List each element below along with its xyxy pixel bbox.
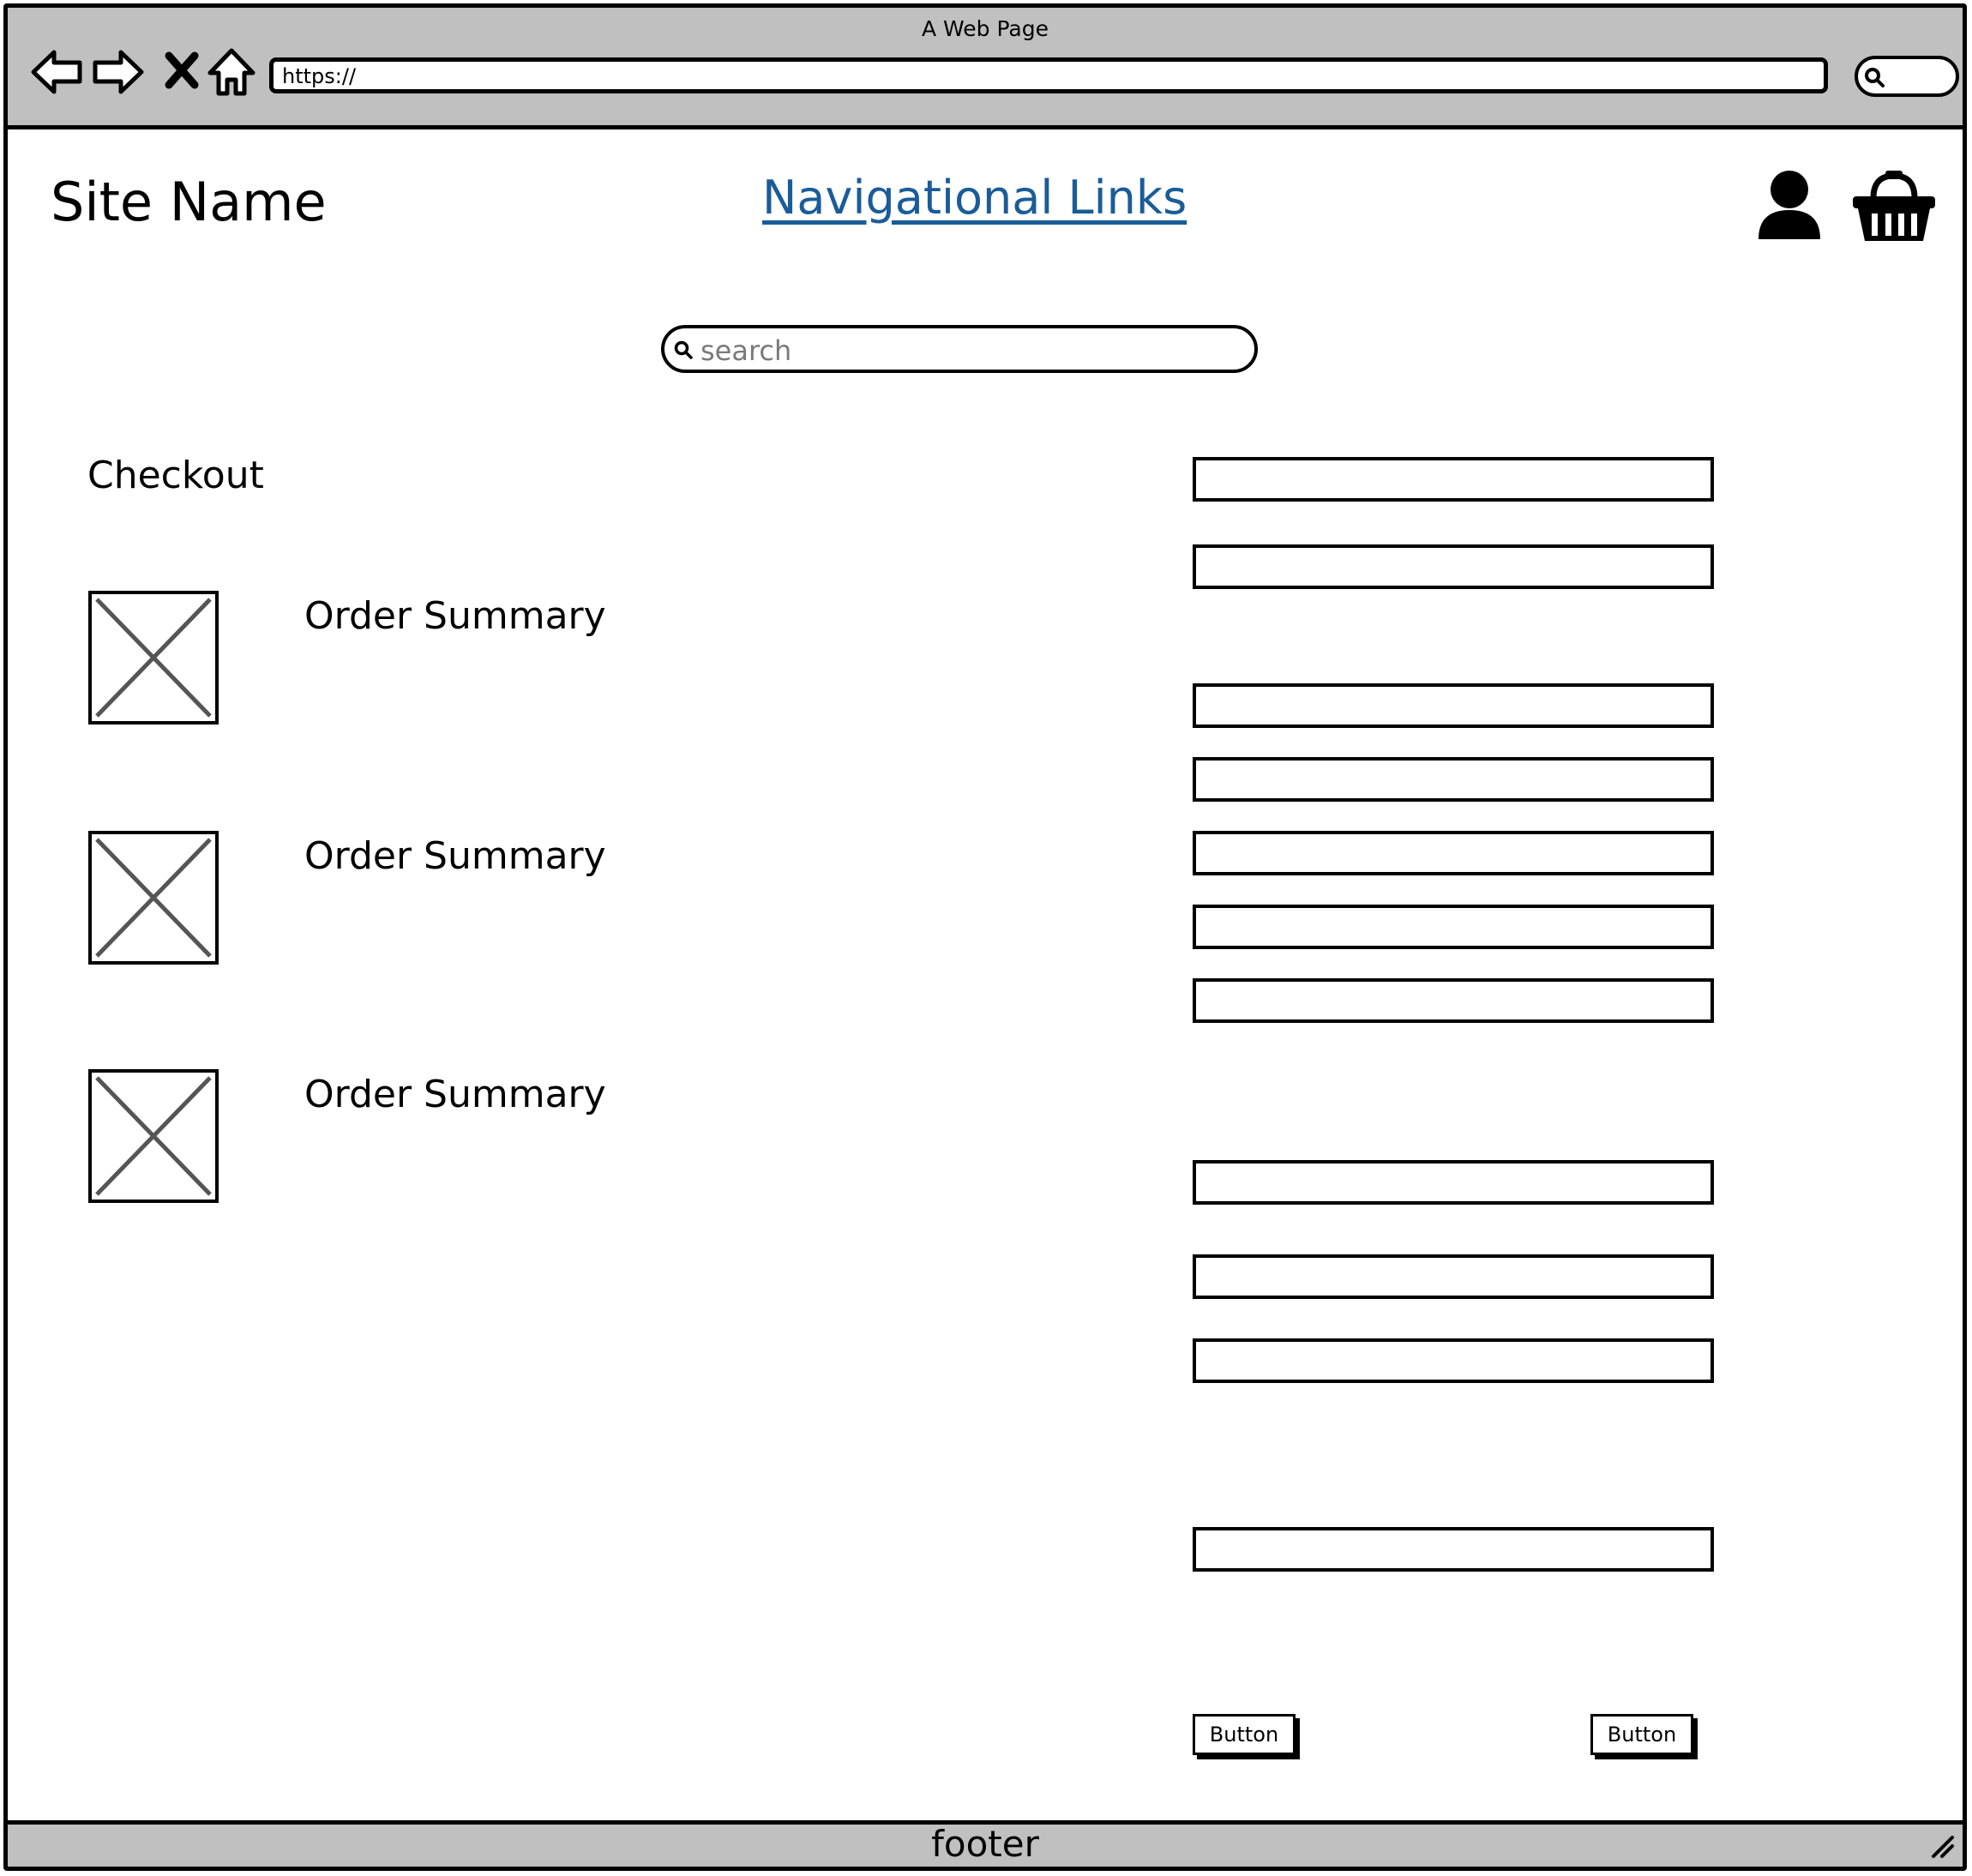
footer-text: footer [931,1823,1039,1865]
checkout-field[interactable] [1193,457,1714,502]
form-button-right[interactable]: Button [1590,1714,1693,1755]
user-icon[interactable] [1755,167,1832,244]
order-summary-label: Order Summary [304,1073,606,1116]
footer: footer [8,1820,1963,1867]
search-input[interactable] [699,334,1234,368]
checkout-field[interactable] [1193,544,1714,589]
stop-icon[interactable] [153,44,210,100]
search-icon [674,340,693,359]
site-search[interactable] [661,325,1258,373]
back-arrow-icon[interactable] [28,44,85,100]
checkout-field[interactable] [1193,757,1714,802]
browser-chrome: A Web Page https:// [8,8,1963,129]
resize-grip-icon[interactable] [1930,1834,1956,1860]
image-placeholder [88,1069,219,1203]
home-icon[interactable] [203,44,260,100]
checkout-field[interactable] [1193,1338,1714,1383]
checkout-field[interactable] [1193,1254,1714,1299]
image-placeholder [88,831,219,965]
form-button-left[interactable]: Button [1193,1714,1296,1755]
checkout-field[interactable] [1193,978,1714,1023]
checkout-field[interactable] [1193,831,1714,875]
browser-window: A Web Page https:// Site Name Navigation… [3,3,1967,1871]
forward-arrow-icon[interactable] [90,44,147,100]
site-name: Site Name [51,171,327,233]
checkout-field[interactable] [1193,683,1714,728]
browser-search-field[interactable] [1855,56,1959,97]
checkout-field[interactable] [1193,1160,1714,1205]
image-placeholder [88,591,219,725]
basket-icon[interactable] [1851,167,1935,244]
order-summary-label: Order Summary [304,594,606,638]
window-title: A Web Page [921,16,1049,41]
checkout-field[interactable] [1193,905,1714,949]
page-title: Checkout [87,454,264,497]
address-bar[interactable]: https:// [269,57,1828,93]
navigational-links[interactable]: Navigational Links [762,171,1187,225]
order-summary-label: Order Summary [304,834,606,878]
search-icon [1865,68,1885,87]
checkout-field[interactable] [1193,1527,1714,1572]
